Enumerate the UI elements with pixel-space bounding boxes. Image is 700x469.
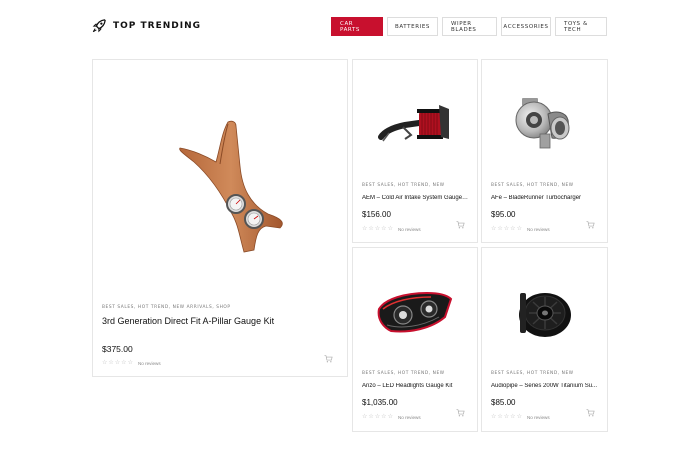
product-price: $156.00	[362, 210, 391, 219]
brand-name: TOP TRENDING	[113, 20, 202, 31]
star-icon: ☆	[510, 414, 516, 420]
a-pillar-gauge-pod-image	[179, 120, 283, 253]
star-icon: ☆	[381, 414, 387, 420]
product-tags[interactable]: BEST SALES, HOT TREND, NEW	[491, 371, 574, 376]
star-icon: ☆	[127, 360, 133, 366]
add-to-cart-icon[interactable]	[456, 409, 465, 417]
product-title[interactable]: 3rd Generation Direct Fit A-Pillar Gauge…	[102, 316, 339, 327]
star-icon: ☆	[108, 360, 114, 366]
product-image[interactable]	[353, 88, 477, 158]
product-rating: ☆ ☆ ☆ ☆ ☆ No reviews	[362, 226, 421, 232]
star-icon: ☆	[497, 414, 503, 420]
review-count: No reviews	[526, 414, 550, 420]
star-icon: ☆	[491, 226, 497, 232]
review-count: No reviews	[137, 360, 161, 366]
star-icon: ☆	[368, 414, 374, 420]
review-count: No reviews	[397, 226, 421, 232]
add-to-cart-icon[interactable]	[324, 355, 333, 363]
product-card[interactable]: BEST SALES, HOT TREND, NEW Audiopipe – S…	[481, 247, 608, 432]
review-count: No reviews	[397, 414, 421, 420]
tab-batteries[interactable]: BATTERIES	[387, 17, 438, 36]
star-icon: ☆	[374, 226, 381, 232]
tab-toys-tech[interactable]: TOYS & TECH	[555, 17, 607, 36]
product-price: $1,035.00	[362, 398, 398, 407]
star-icon: ☆	[503, 226, 510, 232]
site-header: TOP TRENDING CAR PARTS BATTERIES WIPER B…	[0, 0, 700, 50]
star-icon: ☆	[121, 360, 127, 366]
rocket-icon	[92, 19, 106, 33]
product-image[interactable]	[93, 118, 347, 258]
star-icon: ☆	[503, 414, 510, 420]
turbocharger-image	[515, 98, 569, 149]
add-to-cart-icon[interactable]	[586, 221, 595, 229]
product-card-featured[interactable]: BEST SALES, HOT TREND, NEW ARRIVALS, SHO…	[92, 59, 348, 377]
tab-wiper-blades[interactable]: WIPER BLADES	[442, 17, 497, 36]
product-image[interactable]	[482, 86, 607, 160]
product-card[interactable]: BEST SALES, HOT TREND, NEW Anzo – LED He…	[352, 247, 478, 432]
product-card[interactable]: BEST SALES, HOT TREND, NEW AEM – Cold Ai…	[352, 59, 478, 243]
product-image[interactable]	[482, 278, 607, 348]
star-icon: ☆	[387, 414, 393, 420]
star-icon: ☆	[374, 414, 381, 420]
product-rating: ☆ ☆ ☆ ☆ ☆ No reviews	[491, 226, 550, 232]
product-tags[interactable]: BEST SALES, HOT TREND, NEW	[491, 183, 574, 188]
star-icon: ☆	[381, 226, 387, 232]
product-tags[interactable]: BEST SALES, HOT TREND, NEW	[362, 183, 445, 188]
product-title[interactable]: AEM – Cold Air Intake System Gauge Kit	[362, 195, 469, 201]
cold-air-intake-image	[378, 105, 449, 142]
product-tags[interactable]: BEST SALES, HOT TREND, NEW ARRIVALS, SHO…	[102, 305, 231, 310]
add-to-cart-icon[interactable]	[456, 221, 465, 229]
product-title[interactable]: Anzo – LED Headlights Gauge Kit	[362, 383, 469, 389]
star-icon: ☆	[102, 360, 108, 366]
led-headlight-image	[377, 291, 453, 333]
product-rating: ☆ ☆ ☆ ☆ ☆ No reviews	[362, 414, 421, 420]
add-to-cart-icon[interactable]	[586, 409, 595, 417]
product-rating: ☆ ☆ ☆ ☆ ☆ No reviews	[491, 414, 550, 420]
product-price: $375.00	[102, 344, 133, 354]
product-price: $85.00	[491, 398, 516, 407]
product-tags[interactable]: BEST SALES, HOT TREND, NEW	[362, 371, 445, 376]
product-rating: ☆ ☆ ☆ ☆ ☆ No reviews	[102, 360, 161, 366]
product-card[interactable]: BEST SALES, HOT TREND, NEW AFe – BladeRu…	[481, 59, 608, 243]
tab-accessories[interactable]: ACCESSORIES	[501, 17, 551, 36]
star-icon: ☆	[497, 226, 503, 232]
site-logo[interactable]: TOP TRENDING	[92, 18, 201, 33]
star-icon: ☆	[516, 226, 522, 232]
star-icon: ☆	[387, 226, 393, 232]
product-title[interactable]: Audiopipe – Series 200W Titanium Su...	[491, 383, 599, 389]
star-icon: ☆	[491, 414, 497, 420]
review-count: No reviews	[526, 226, 550, 232]
star-icon: ☆	[114, 360, 121, 366]
star-icon: ☆	[362, 414, 368, 420]
star-icon: ☆	[516, 414, 522, 420]
tab-car-parts[interactable]: CAR PARTS	[331, 17, 383, 36]
category-nav: CAR PARTS BATTERIES WIPER BLADES ACCESSO…	[331, 17, 607, 36]
star-icon: ☆	[510, 226, 516, 232]
star-icon: ☆	[362, 226, 368, 232]
product-image[interactable]	[353, 280, 477, 344]
product-price: $95.00	[491, 210, 516, 219]
product-title[interactable]: AFe – BladeRunner Turbocharger	[491, 195, 599, 201]
subwoofer-image	[518, 293, 571, 337]
star-icon: ☆	[368, 226, 374, 232]
